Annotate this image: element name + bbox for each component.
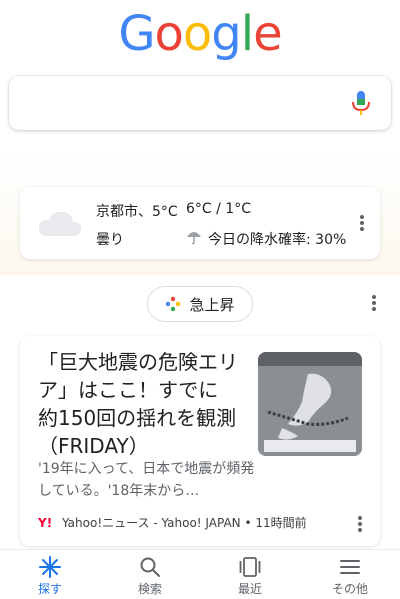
- logo-letter: l: [240, 6, 254, 62]
- more-vert-icon[interactable]: [360, 215, 364, 231]
- news-title[interactable]: 「巨大地震の危険エリア」はここ！すでに約150回の揺れを観測（FRIDAY）: [38, 348, 238, 460]
- logo-letter: g: [211, 6, 241, 62]
- logo-letter: G: [118, 6, 155, 62]
- logo-letter: o: [154, 6, 184, 62]
- news-card[interactable]: 「巨大地震の危険エリア」はここ！すでに約150回の揺れを観測（FRIDAY） '…: [20, 336, 380, 546]
- news-snippet: '19年に入って、日本で地震が頻発している。'18年末から…: [38, 461, 255, 499]
- news-more-icon[interactable]: [358, 516, 362, 532]
- nav-label: 最近: [237, 582, 262, 596]
- weather-card[interactable]: 京都市、5°C 6°C / 1°C 曇り 今日の降水確率: 30%: [20, 187, 380, 259]
- yahoo-logo-icon: Y!: [38, 516, 53, 530]
- nav-search[interactable]: 検索: [100, 550, 200, 599]
- nav-label: 検索: [137, 582, 162, 596]
- weather-rain-chance: 今日の降水確率: 30%: [208, 232, 347, 248]
- nav-discover[interactable]: 探す: [0, 550, 100, 599]
- trending-label: 急上昇: [189, 295, 235, 314]
- news-thumbnail[interactable]: [258, 352, 362, 456]
- cloud-icon: [38, 211, 82, 236]
- nav-label: 探す: [37, 582, 62, 596]
- bottom-navigation: 探す 検索 最近 その他: [0, 549, 400, 599]
- weather-high-low: 6°C / 1°C: [186, 201, 251, 217]
- menu-icon: [340, 560, 360, 574]
- nav-recent[interactable]: 最近: [200, 550, 300, 599]
- mic-icon[interactable]: [351, 90, 371, 116]
- recent-icon: [239, 557, 261, 577]
- logo-letter: o: [182, 6, 212, 62]
- nav-more[interactable]: その他: [300, 550, 400, 599]
- search-box[interactable]: [9, 76, 391, 130]
- google-logo: Google: [0, 6, 400, 62]
- discover-icon: [39, 556, 61, 578]
- sparkle-icon: [166, 296, 181, 312]
- umbrella-icon: [187, 232, 201, 245]
- nav-label: その他: [331, 582, 368, 596]
- search-icon: [140, 557, 160, 577]
- trending-more-icon[interactable]: [372, 295, 376, 313]
- weather-location-temp: 京都市、5°C: [96, 204, 178, 220]
- trending-chip[interactable]: 急上昇: [147, 286, 253, 322]
- weather-condition: 曇り: [96, 232, 124, 248]
- news-source: Yahoo!ニュース - Yahoo! JAPAN • 11時間前: [62, 516, 307, 530]
- news-map-image: [258, 352, 362, 456]
- logo-letter: e: [253, 6, 283, 62]
